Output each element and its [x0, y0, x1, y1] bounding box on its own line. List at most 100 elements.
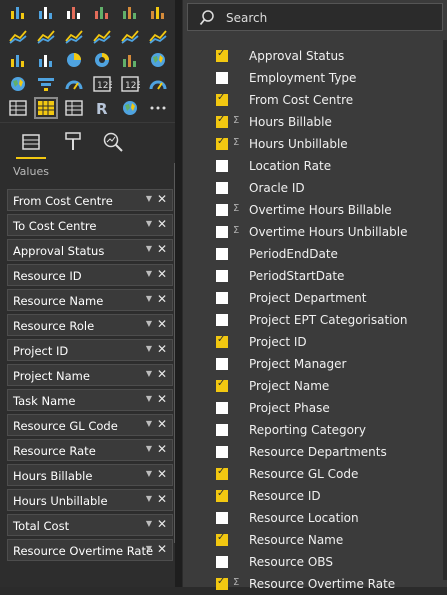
stacked-bar-icon[interactable] [8, 3, 28, 21]
field-checkbox[interactable] [216, 226, 228, 238]
field-list-item[interactable]: Σ Hours Billable [189, 111, 439, 133]
field-list-item[interactable]: Σ Hours Unbillable [189, 133, 439, 155]
search-box[interactable]: Search [187, 3, 443, 31]
value-well-item[interactable]: Project ID ▼ ✕ [7, 339, 173, 361]
treemap-icon[interactable] [120, 51, 140, 69]
chevron-down-icon[interactable]: ▼ [146, 194, 152, 203]
field-checkbox[interactable] [216, 248, 228, 260]
chevron-down-icon[interactable]: ▼ [146, 244, 152, 253]
value-well-item[interactable]: Resource Name ▼ ✕ [7, 289, 173, 311]
field-list-item[interactable]: Resource Name [189, 529, 439, 551]
clustered-bar-icon[interactable] [36, 3, 56, 21]
line-column-icon[interactable] [92, 27, 112, 45]
chevron-down-icon[interactable]: ▼ [146, 269, 152, 278]
remove-field-icon[interactable]: ✕ [157, 542, 167, 556]
field-checkbox[interactable] [216, 466, 228, 480]
fields-tab[interactable] [16, 129, 46, 159]
field-list-item[interactable]: Reporting Category [189, 419, 439, 441]
chevron-down-icon[interactable]: ▼ [146, 394, 152, 403]
more-icon[interactable] [148, 99, 168, 117]
value-well-item[interactable]: Hours Unbillable ▼ ✕ [7, 489, 173, 511]
chevron-down-icon[interactable]: ▼ [146, 494, 152, 503]
field-checkbox[interactable] [216, 114, 228, 128]
value-well-item[interactable]: Resource Role ▼ ✕ [7, 314, 173, 336]
filled-map-icon[interactable] [8, 75, 28, 93]
stacked-column-100-icon[interactable] [120, 3, 140, 21]
clustered-column-icon[interactable] [92, 3, 112, 21]
remove-field-icon[interactable]: ✕ [157, 292, 167, 306]
field-checkbox[interactable] [216, 446, 228, 458]
kpi-icon[interactable] [148, 75, 168, 93]
field-list-item[interactable]: Location Rate [189, 155, 439, 177]
field-checkbox[interactable] [216, 72, 228, 84]
field-list-item[interactable]: Project EPT Categorisation [189, 309, 439, 331]
chevron-down-icon[interactable]: ▼ [146, 219, 152, 228]
fields-scrollbar[interactable] [443, 40, 447, 580]
chevron-down-icon[interactable]: ▼ [146, 294, 152, 303]
line-stacked-column-icon[interactable] [120, 27, 140, 45]
remove-field-icon[interactable]: ✕ [157, 242, 167, 256]
field-checkbox[interactable] [216, 532, 228, 546]
funnel-icon[interactable] [36, 75, 56, 93]
waterfall-icon[interactable] [8, 51, 28, 69]
remove-field-icon[interactable]: ✕ [157, 217, 167, 231]
search-input[interactable]: Search [226, 11, 267, 25]
field-list-item[interactable]: Project Manager [189, 353, 439, 375]
field-list-item[interactable]: PeriodStartDate [189, 265, 439, 287]
remove-field-icon[interactable]: ✕ [157, 442, 167, 456]
field-checkbox[interactable] [216, 182, 228, 194]
field-list-item[interactable]: Resource ID [189, 485, 439, 507]
donut-icon[interactable] [92, 51, 112, 69]
chevron-down-icon[interactable]: ▼ [146, 469, 152, 478]
remove-field-icon[interactable]: ✕ [157, 192, 167, 206]
field-list-item[interactable]: Resource Departments [189, 441, 439, 463]
field-checkbox[interactable] [216, 512, 228, 524]
pie-icon[interactable] [64, 51, 84, 69]
value-well-item[interactable]: Resource ID ▼ ✕ [7, 264, 173, 286]
field-checkbox[interactable] [216, 314, 228, 326]
field-list-item[interactable]: Approval Status [189, 45, 439, 67]
field-list-item[interactable]: Σ Resource Overtime Rate [189, 573, 439, 595]
field-checkbox[interactable] [216, 92, 228, 106]
slicer-icon[interactable] [8, 99, 28, 117]
field-list-item[interactable]: Oracle ID [189, 177, 439, 199]
chevron-down-icon[interactable]: ▼ [146, 419, 152, 428]
remove-field-icon[interactable]: ✕ [157, 417, 167, 431]
stacked-bar-100-icon[interactable] [64, 3, 84, 21]
scatter-icon[interactable] [36, 51, 56, 69]
area-icon[interactable] [36, 27, 56, 45]
field-checkbox[interactable] [216, 576, 228, 590]
field-checkbox[interactable] [216, 136, 228, 150]
field-list-item[interactable]: Project Name [189, 375, 439, 397]
card-icon[interactable]: 123 [92, 75, 114, 93]
value-well-item[interactable]: Hours Billable ▼ ✕ [7, 464, 173, 486]
field-list-item[interactable]: Project Department [189, 287, 439, 309]
value-well-item[interactable]: Project Name ▼ ✕ [7, 364, 173, 386]
ribbon-icon[interactable] [148, 27, 168, 45]
line-icon[interactable] [8, 27, 28, 45]
value-well-item[interactable]: Resource GL Code ▼ ✕ [7, 414, 173, 436]
field-checkbox[interactable] [216, 402, 228, 414]
remove-field-icon[interactable]: ✕ [157, 467, 167, 481]
field-checkbox[interactable] [216, 424, 228, 436]
analytics-tab[interactable] [98, 129, 128, 157]
field-list-item[interactable]: Resource GL Code [189, 463, 439, 485]
remove-field-icon[interactable]: ✕ [157, 517, 167, 531]
value-well-item[interactable]: Task Name ▼ ✕ [7, 389, 173, 411]
field-checkbox[interactable] [216, 358, 228, 370]
map-icon[interactable] [148, 51, 168, 69]
field-checkbox[interactable] [216, 160, 228, 172]
field-list-item[interactable]: Σ Overtime Hours Billable [189, 199, 439, 221]
remove-field-icon[interactable]: ✕ [157, 342, 167, 356]
field-list-item[interactable]: Project ID [189, 331, 439, 353]
field-checkbox[interactable] [216, 378, 228, 392]
chevron-down-icon[interactable]: ▼ [146, 544, 152, 553]
value-well-item[interactable]: Approval Status ▼ ✕ [7, 239, 173, 261]
value-well-item[interactable]: From Cost Centre ▼ ✕ [7, 189, 173, 211]
matrix-icon[interactable] [64, 99, 84, 117]
field-list-item[interactable]: Σ Overtime Hours Unbillable [189, 221, 439, 243]
value-well-item[interactable]: Total Cost ▼ ✕ [7, 514, 173, 536]
remove-field-icon[interactable]: ✕ [157, 392, 167, 406]
field-list-item[interactable]: Resource Location [189, 507, 439, 529]
field-checkbox[interactable] [216, 292, 228, 304]
